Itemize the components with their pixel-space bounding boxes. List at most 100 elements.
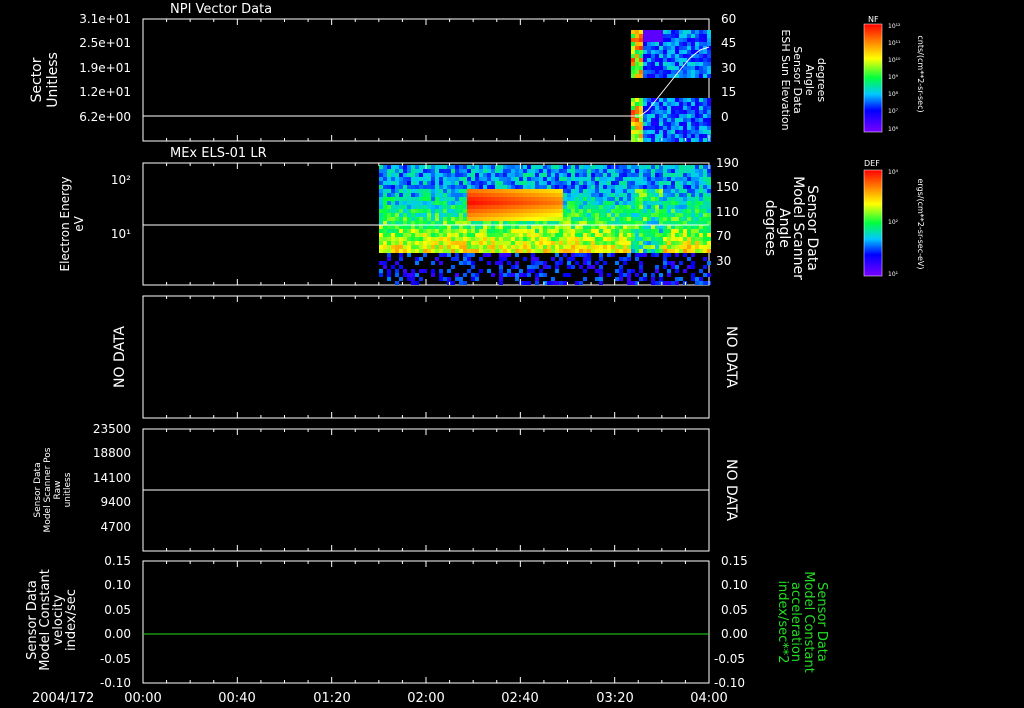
spectrogram-cell	[379, 177, 383, 181]
spectrogram-cell	[587, 217, 591, 221]
spectrogram-cell	[651, 66, 655, 70]
spectrogram-cell	[563, 185, 567, 189]
spectrogram-cell	[579, 209, 583, 213]
time-axis: 2004/172 00:00 00:40 01:20 02:00 02:40 0…	[32, 691, 728, 706]
spectrogram-cell	[511, 213, 515, 217]
spectrogram-cell	[599, 213, 603, 217]
spectrogram-cell	[379, 205, 383, 209]
spectrogram-cell	[687, 102, 691, 106]
spectrogram-cell	[507, 249, 511, 253]
spectrogram-cell	[675, 193, 679, 197]
spectrogram-cell	[551, 197, 555, 201]
spectrogram-cell	[631, 177, 635, 181]
spectrogram-cell	[535, 197, 539, 201]
spectrogram-cell	[395, 169, 399, 173]
spectrogram-cell	[407, 273, 411, 277]
spectrogram-cell	[531, 185, 535, 189]
spectrogram-cell	[695, 201, 699, 205]
spectrogram-cell	[579, 169, 583, 173]
spectrogram-cell	[563, 225, 567, 229]
spectrogram-cell	[635, 50, 639, 54]
spectrogram-cell	[423, 201, 427, 205]
spectrogram-cell	[663, 253, 667, 257]
spectrogram-cell	[587, 241, 591, 245]
spectrogram-cell	[603, 177, 607, 181]
spectrogram-cell	[567, 273, 571, 277]
spectrogram-cell	[691, 30, 695, 34]
spectrogram-cell	[547, 201, 551, 205]
spectrogram-cell	[603, 225, 607, 229]
spectrogram-cell	[447, 241, 451, 245]
spectrogram-cell	[703, 134, 707, 138]
spectrogram-cell	[591, 169, 595, 173]
spectrogram-cell	[463, 217, 467, 221]
spectrogram-cell	[679, 245, 683, 249]
spectrogram-cell	[675, 169, 679, 173]
spectrogram-cell	[415, 261, 419, 265]
spectrogram-cell	[671, 70, 675, 74]
spectrogram-cell	[571, 193, 575, 197]
spectrogram-cell	[491, 273, 495, 277]
spectrogram-cell	[483, 249, 487, 253]
spectrogram-cell	[547, 185, 551, 189]
spectrogram-cell	[635, 193, 639, 197]
spectrogram-cell	[435, 217, 439, 221]
spectrogram-cell	[567, 205, 571, 209]
spectrogram-cell	[575, 173, 579, 177]
spectrogram-cell	[455, 277, 459, 281]
spectrogram-cell	[587, 201, 591, 205]
spectrogram-cell	[415, 169, 419, 173]
spectrogram-cell	[707, 221, 711, 225]
spectrogram-cell	[707, 169, 711, 173]
spectrogram-cell	[503, 225, 507, 229]
spectrogram-cell	[707, 74, 711, 78]
y-tick-label: 23500	[93, 422, 131, 436]
spectrogram-cell	[559, 241, 563, 245]
spectrogram-cell	[663, 98, 667, 102]
spectrogram-cell	[631, 102, 635, 106]
spectrogram-cell	[651, 138, 655, 142]
spectrogram-cell	[391, 209, 395, 213]
spectrogram-cell	[423, 237, 427, 241]
spectrogram-cell	[683, 50, 687, 54]
spectrogram-cell	[559, 201, 563, 205]
spectrogram-cell	[695, 134, 699, 138]
right-tick-label: 15	[721, 85, 736, 99]
colorbar-gradient	[863, 169, 883, 277]
spectrogram-cell	[431, 173, 435, 177]
spectrogram-cell	[567, 193, 571, 197]
right-axis-label-line: ESH Sun Elevation	[779, 29, 792, 130]
spectrogram-cell	[679, 106, 683, 110]
spectrogram-cell	[451, 201, 455, 205]
spectrogram-cell	[707, 249, 711, 253]
spectrogram-cell	[439, 261, 443, 265]
spectrogram-cell	[487, 201, 491, 205]
spectrogram-cell	[579, 205, 583, 209]
spectrogram-cell	[539, 249, 543, 253]
spectrogram-cell	[595, 241, 599, 245]
spectrogram-cell	[431, 249, 435, 253]
spectrogram-cell	[539, 245, 543, 249]
spectrogram-cell	[603, 169, 607, 173]
spectrogram-cell	[647, 70, 651, 74]
spectrogram-cell	[655, 201, 659, 205]
spectrogram-cell	[467, 217, 471, 221]
spectrogram-cell	[635, 209, 639, 213]
spectrogram-cell	[559, 233, 563, 237]
spectrogram-cell	[595, 229, 599, 233]
spectrogram-cell	[499, 169, 503, 173]
spectrogram-cell	[603, 181, 607, 185]
spectrogram-cell	[419, 229, 423, 233]
spectrogram-cell	[579, 185, 583, 189]
spectrogram-cell	[419, 269, 423, 273]
spectrogram-cell	[387, 205, 391, 209]
spectrogram-cell	[415, 197, 419, 201]
spectrogram-cell	[487, 177, 491, 181]
spectrogram-cell	[671, 34, 675, 38]
no-data-label: NO DATA	[723, 459, 739, 521]
y-axis-label: Sector Unitless	[29, 52, 61, 108]
spectrogram-cell	[591, 237, 595, 241]
spectrogram-cell	[587, 189, 591, 193]
spectrogram-cell	[495, 177, 499, 181]
spectrogram-cell	[643, 209, 647, 213]
